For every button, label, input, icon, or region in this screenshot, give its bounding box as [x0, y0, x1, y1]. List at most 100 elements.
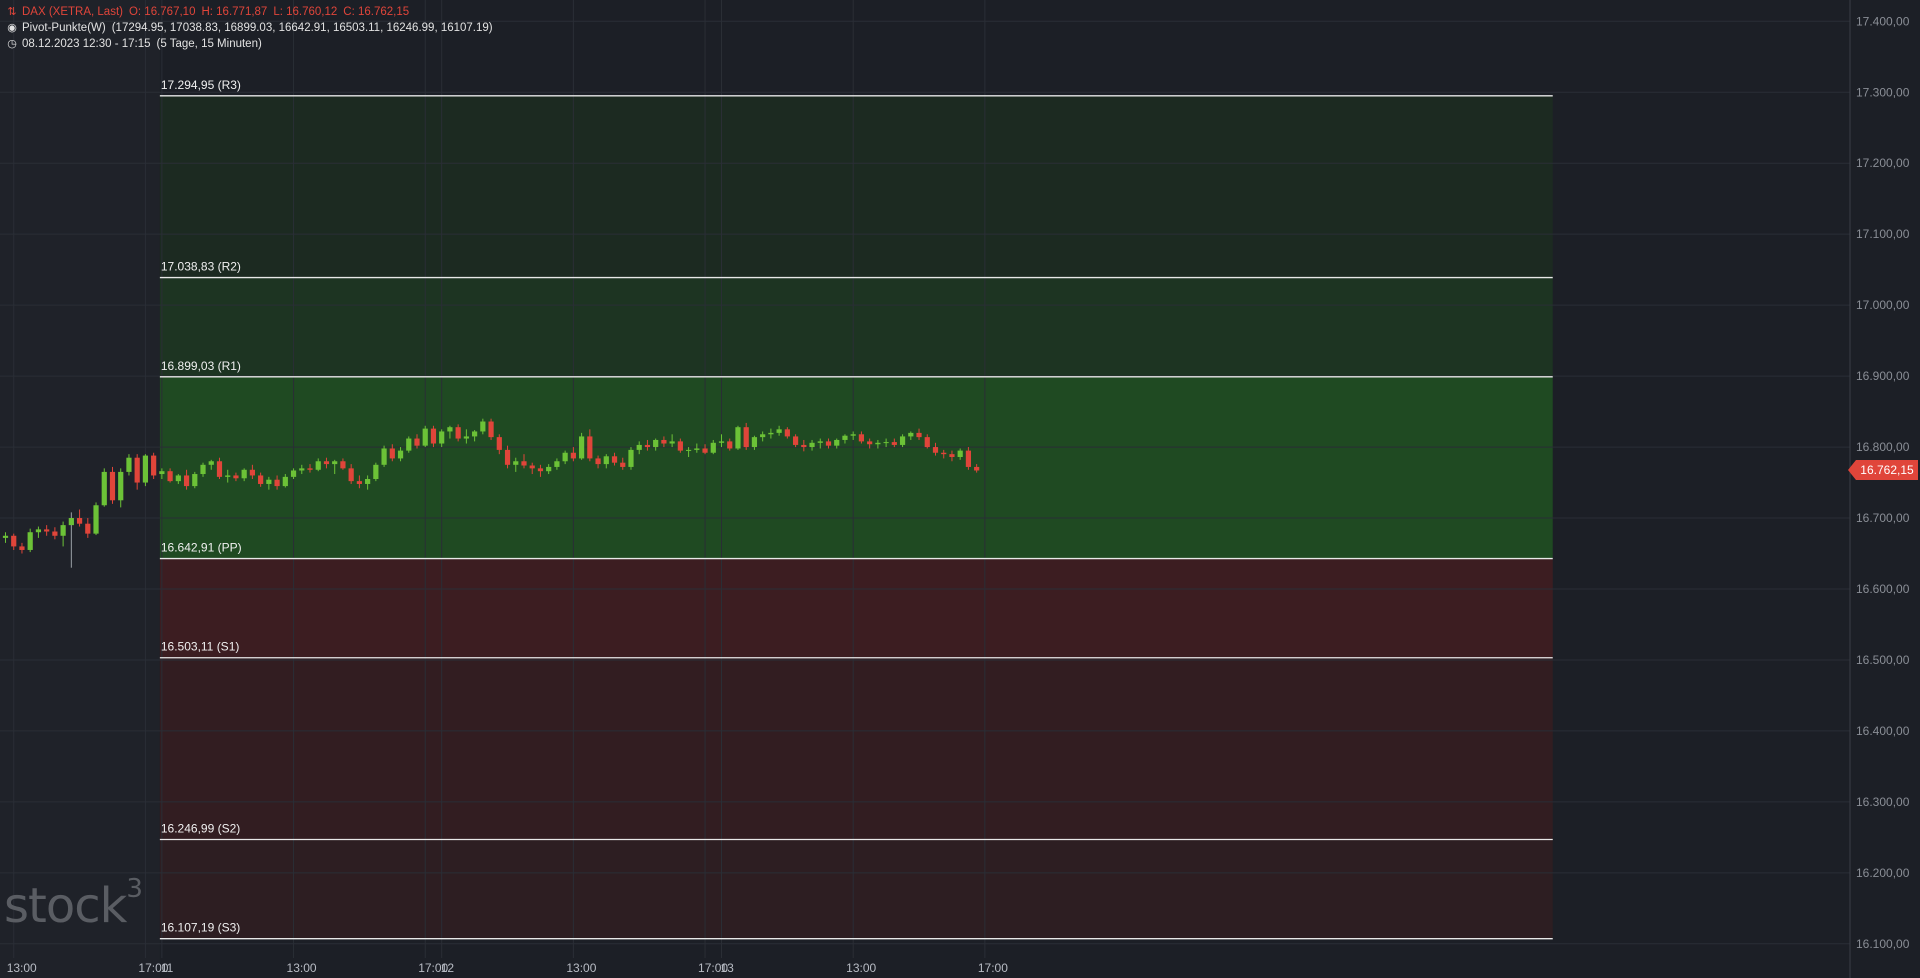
candle-body	[159, 471, 165, 475]
candle-body	[307, 468, 313, 470]
pivot-label-r1: 16.899,03 (R1)	[161, 359, 241, 373]
candle-body	[183, 475, 190, 487]
y-tick-label: 16.800,00	[1856, 440, 1910, 454]
candle-body	[850, 434, 856, 436]
candle-body	[397, 450, 404, 459]
prior-week-shade	[0, 0, 160, 978]
x-tick-label: 13:00	[7, 961, 37, 975]
candle-body	[44, 529, 50, 532]
y-tick-label: 17.000,00	[1856, 298, 1910, 312]
candle-body	[792, 436, 799, 445]
y-tick-label: 16.600,00	[1856, 582, 1910, 596]
logo-superscript: 3	[126, 874, 143, 904]
candle-body	[365, 479, 371, 484]
y-tick-label: 16.900,00	[1856, 369, 1910, 383]
candle-body	[101, 471, 107, 506]
price-legend: ⇅ DAX (XETRA, Last) O: 16.767,10 H: 16.771,…	[6, 5, 409, 19]
x-tick-label: 13	[721, 961, 735, 975]
candle-body	[751, 437, 758, 448]
candle-body	[19, 546, 25, 550]
candle-body	[488, 421, 494, 438]
candle-body	[109, 471, 116, 501]
zone-r3-r2	[159, 95, 1553, 278]
candle-body	[192, 474, 198, 487]
candle-body	[208, 461, 214, 465]
candle-body	[200, 464, 206, 475]
candle-body	[332, 461, 338, 465]
indicator-name[interactable]: Pivot-Punkte(W)	[22, 22, 106, 34]
candle-body	[743, 427, 749, 448]
candle-body	[430, 428, 437, 444]
candle-body	[480, 421, 486, 432]
candle-body	[620, 462, 626, 467]
candle-body	[422, 428, 428, 446]
candle-body	[537, 468, 544, 472]
y-tick-label: 16.300,00	[1856, 795, 1910, 809]
candle-body	[916, 432, 922, 438]
logo-text: stock	[4, 878, 127, 934]
candle-body	[373, 464, 379, 479]
candlestick-chart[interactable]: 17.294,95 (R3) 17.038,83 (R2) 16.899,03 (R…	[0, 0, 1920, 978]
candle-body	[282, 476, 288, 487]
indicator-legend[interactable]: ◉ Pivot-Punkte(W) (17294.95, 17038.83, 168…	[6, 21, 493, 35]
candle-body	[817, 441, 823, 443]
x-tick-label: 17:00	[978, 961, 1008, 975]
candle-body	[883, 442, 889, 444]
candle-body	[504, 449, 511, 465]
y-tick-label: 16.500,00	[1856, 653, 1910, 667]
candle-body	[825, 441, 832, 446]
candle-body	[463, 436, 469, 439]
candle-body	[685, 449, 692, 451]
y-tick-label: 16.200,00	[1856, 866, 1910, 880]
x-tick-label: 13:00	[846, 961, 876, 975]
open-value: O: 16.767,10	[128, 6, 196, 18]
candle-body	[628, 449, 634, 467]
pivot-label-pp: 16.642,91 (PP)	[161, 541, 242, 555]
y-tick-label: 17.200,00	[1856, 156, 1910, 170]
candle-body	[595, 458, 601, 465]
candle-body	[93, 505, 99, 534]
candle-body	[496, 437, 502, 450]
candle-body	[677, 441, 683, 451]
candle-body	[414, 438, 420, 446]
indicator-values: (17294.95, 17038.83, 16899.03, 16642.91,…	[111, 22, 493, 34]
candle-body	[340, 461, 346, 469]
candle-body	[455, 427, 461, 439]
candle-body	[274, 479, 280, 487]
candle-body	[891, 442, 897, 445]
zone-s2-s3	[159, 839, 1553, 939]
candle-body	[406, 438, 412, 451]
candle-body	[718, 441, 725, 443]
candle-body	[908, 432, 914, 437]
candle-body	[801, 444, 807, 448]
pivot-label-s2: 16.246,99 (S2)	[161, 821, 240, 835]
candle-body	[60, 525, 66, 536]
y-tick-label: 17.400,00	[1856, 14, 1910, 28]
pivot-label-r2: 17.038,83 (R2)	[161, 260, 241, 274]
candle-body	[965, 450, 972, 467]
indicator-eye-icon[interactable]: ◉	[6, 21, 18, 35]
high-value: H: 16.771,87	[201, 6, 268, 18]
candle-body	[216, 461, 223, 477]
candle-body	[546, 466, 552, 472]
candle-body	[776, 429, 782, 433]
pivot-label-r3: 17.294,95 (R3)	[161, 78, 241, 92]
candle-body	[587, 436, 593, 459]
x-tick-label: 11	[161, 961, 174, 975]
candle-body	[151, 455, 157, 476]
y-tick-label: 16.700,00	[1856, 511, 1910, 525]
candle-body	[68, 518, 74, 526]
candle-body	[241, 469, 247, 479]
candle-body	[858, 434, 865, 442]
candle-body	[842, 435, 848, 440]
chart-area[interactable]: 17.294,95 (R3) 17.038,83 (R2) 16.899,03 (R…	[0, 0, 1920, 978]
candle-body	[974, 466, 980, 471]
candle-body	[315, 461, 321, 470]
pivot-label-s1: 16.503,11 (S1)	[161, 640, 240, 654]
stock3-logo: stock3	[4, 874, 143, 934]
candle-body	[290, 470, 297, 477]
instrument-name: DAX (XETRA, Last)	[22, 6, 123, 18]
candle-body	[513, 461, 519, 465]
pivot-label-s3: 16.107,19 (S3)	[161, 921, 240, 935]
candle-body	[348, 468, 354, 482]
